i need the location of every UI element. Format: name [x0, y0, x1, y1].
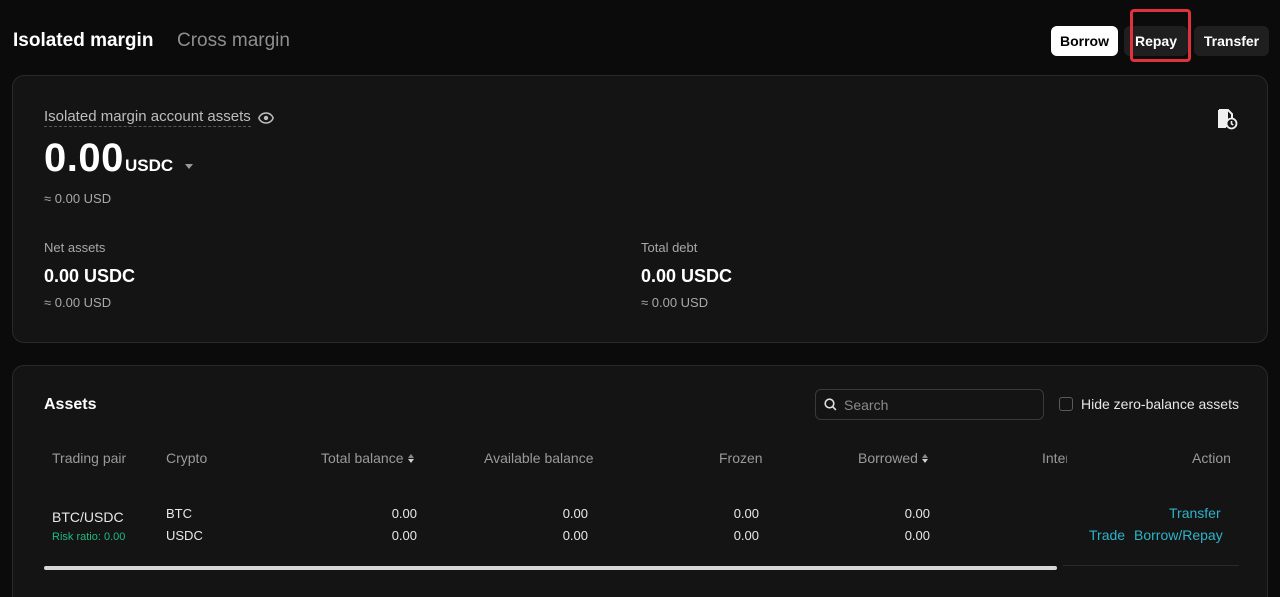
hide-zero-checkbox[interactable]	[1059, 397, 1073, 411]
transfer-link[interactable]: Transfer	[1169, 505, 1221, 521]
frozen-cell: 0.00	[733, 506, 759, 521]
row-divider	[1063, 565, 1239, 566]
caret-down-icon	[185, 163, 194, 169]
net-assets-label: Net assets	[44, 240, 106, 255]
header: Isolated margin Cross margin Borrow Repa…	[0, 0, 1280, 76]
search-input[interactable]	[844, 396, 1034, 413]
currency-label: USDC	[125, 156, 174, 175]
net-assets-usd: ≈ 0.00 USD	[44, 295, 112, 310]
available-balance-cell: 0.00	[562, 506, 588, 521]
search-icon	[824, 398, 837, 411]
total-balance-cell: 0.00	[391, 528, 417, 543]
trade-link[interactable]: Trade	[1089, 527, 1125, 543]
trading-pair-cell: BTC/USDC	[52, 509, 124, 525]
transfer-button[interactable]: Transfer	[1194, 26, 1269, 56]
col-trading-pair: Trading pair	[52, 450, 127, 466]
borrow-repay-link[interactable]: Borrow/Repay	[1134, 527, 1223, 543]
col-crypto: Crypto	[166, 450, 208, 466]
col-interest: Inter	[1042, 450, 1067, 466]
horizontal-scrollbar[interactable]	[44, 566, 1057, 570]
repay-highlight-box	[1130, 9, 1191, 62]
search-box[interactable]	[815, 389, 1044, 420]
frozen-cell: 0.00	[733, 528, 759, 543]
total-assets-usd: ≈ 0.00 USD	[44, 191, 112, 206]
crypto-cell: BTC	[166, 506, 192, 521]
col-action: Action	[1192, 450, 1231, 466]
sort-icon[interactable]	[407, 453, 414, 463]
sort-icon[interactable]	[921, 453, 928, 463]
summary-title: Isolated margin account assets	[44, 108, 274, 127]
col-total-balance[interactable]: Total balance	[321, 450, 414, 466]
total-debt-usd: ≈ 0.00 USD	[641, 295, 709, 310]
available-balance-cell: 0.00	[562, 528, 588, 543]
summary-title-label: Isolated margin account assets	[44, 108, 251, 127]
tab-cross-margin[interactable]: Cross margin	[177, 30, 290, 52]
currency-selector[interactable]: USDC	[125, 156, 194, 176]
tab-isolated-margin[interactable]: Isolated margin	[13, 30, 153, 52]
hide-zero-balance-toggle[interactable]: Hide zero-balance assets	[1059, 396, 1239, 412]
col-borrowed[interactable]: Borrowed	[858, 450, 928, 466]
total-assets-value: 0.00	[44, 136, 124, 180]
assets-card: Assets Hide zero-balance assets Trading …	[12, 365, 1268, 597]
history-icon[interactable]	[1216, 108, 1238, 130]
eye-icon[interactable]	[257, 111, 274, 124]
account-summary-card: Isolated margin account assets 0.00 USDC…	[12, 75, 1268, 343]
assets-title: Assets	[44, 396, 97, 413]
total-debt-value: 0.00 USDC	[641, 266, 733, 286]
crypto-cell: USDC	[166, 528, 203, 543]
total-balance-cell: 0.00	[391, 506, 417, 521]
total-debt-label: Total debt	[641, 240, 698, 255]
hide-zero-label: Hide zero-balance assets	[1081, 396, 1239, 412]
borrowed-cell: 0.00	[904, 528, 930, 543]
net-assets-value: 0.00 USDC	[44, 266, 136, 286]
risk-ratio: Risk ratio: 0.00	[52, 531, 126, 543]
borrowed-cell: 0.00	[904, 506, 930, 521]
col-frozen: Frozen	[719, 450, 763, 466]
col-available-balance: Available balance	[484, 450, 594, 466]
borrow-button[interactable]: Borrow	[1051, 26, 1118, 56]
